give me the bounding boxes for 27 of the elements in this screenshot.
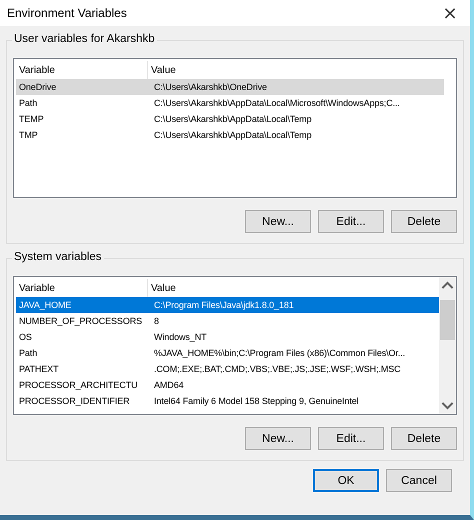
action-button[interactable]: Delete [391,210,457,233]
column-header[interactable]: Value [148,61,176,79]
list-row[interactable]: Path C:\Users\Akarshkb\AppData\Local\Microsoft\WindowsApps;C... [16,95,444,111]
scrollbar[interactable] [439,277,456,414]
list-row[interactable]: PROCESSOR_ARCHITECTU AMD64 [16,377,439,393]
close-button[interactable]: × [430,0,470,26]
list-row[interactable]: TEMP C:\Users\Akarshkb\AppData\Local\Temp [16,111,444,127]
group-title: System variables [12,251,104,263]
list-row[interactable]: JAVA_HOME C:\Program Files\Java\jdk1.8.0_181 [16,297,439,313]
action-button[interactable]: Edit... [318,427,384,450]
dialog-button[interactable]: Cancel [386,469,452,492]
list-row[interactable]: PROCESSOR_IDENTIFIER Intel64 Family 6 Model 158 Stepping 9, GenuineIntel [16,393,439,409]
column-header[interactable]: Value [148,279,176,297]
list-row[interactable]: OneDrive C:\Users\Akarshkb\OneDrive [16,79,444,95]
scroll-thumb[interactable] [440,300,455,340]
action-button[interactable]: New... [245,427,311,450]
action-button[interactable]: Delete [391,427,457,450]
list-row[interactable]: OS Windows_NT [16,329,439,345]
action-button[interactable]: New... [245,210,311,233]
window-title: Environment Variables [7,6,127,20]
list-row[interactable]: PATHEXT .COM;.EXE;.BAT;.CMD;.VBS;.VBE;.JS;.JSE;.WSF;.WSH;.MSC [16,361,439,377]
group-title: User variables for Akarshkb [12,33,157,45]
dialog-button[interactable]: OK [313,469,379,492]
list-row[interactable]: NUMBER_OF_PROCESSORS 8 [16,313,439,329]
list-row[interactable]: Path %JAVA_HOME%\bin;C:\Program Files (x86)\Common Files\Or... [16,345,439,361]
list-row[interactable]: TMP C:\Users\Akarshkb\AppData\Local\Temp [16,127,444,143]
action-button[interactable]: Edit... [318,210,384,233]
